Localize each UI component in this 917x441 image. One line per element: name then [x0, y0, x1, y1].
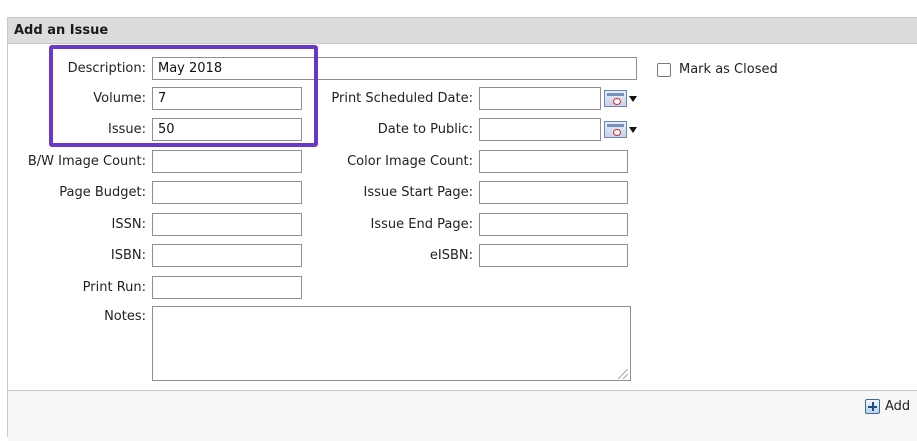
notes-label: Notes: [104, 309, 146, 324]
print-scheduled-date-label: Print Scheduled Date: [331, 91, 473, 106]
date-to-public-label: Date to Public: [377, 122, 473, 137]
eisbn-input[interactable] [479, 244, 628, 267]
calendar-picker-button[interactable] [604, 88, 638, 109]
add-button-label: Add [885, 399, 911, 414]
page-budget-label: Page Budget: [59, 185, 146, 200]
panel-footer [8, 390, 917, 441]
issn-label: ISSN: [111, 217, 146, 232]
notes-textarea[interactable] [152, 306, 631, 381]
mark-closed-checkbox[interactable] [657, 63, 671, 77]
issn-input[interactable] [152, 213, 302, 236]
print-run-label: Print Run: [82, 280, 146, 295]
resize-grip-icon[interactable] [618, 369, 628, 379]
issue-start-page-input[interactable] [479, 181, 628, 204]
isbn-label: ISBN: [110, 248, 146, 263]
eisbn-label: eISBN: [429, 248, 473, 263]
panel-header: Add an Issue [8, 18, 917, 44]
panel-title: Add an Issue [14, 23, 109, 38]
print-scheduled-date-input[interactable] [479, 87, 601, 110]
date-to-public-input[interactable] [479, 118, 601, 141]
add-button[interactable]: Add [865, 399, 910, 414]
bw-image-count-label: B/W Image Count: [27, 154, 146, 169]
issue-start-page-label: Issue Start Page: [363, 185, 474, 200]
color-image-count-label: Color Image Count: [347, 154, 473, 169]
dropdown-arrow-icon [629, 126, 637, 133]
issue-end-page-input[interactable] [479, 213, 628, 236]
print-run-input[interactable] [152, 276, 302, 299]
plus-icon [865, 399, 880, 414]
calendar-icon [604, 121, 627, 138]
page-budget-input[interactable] [152, 181, 302, 204]
mark-closed-label: Mark as Closed [679, 62, 778, 77]
calendar-icon [604, 90, 627, 107]
dropdown-arrow-icon [629, 95, 637, 102]
issue-end-page-label: Issue End Page: [370, 217, 473, 232]
isbn-input[interactable] [152, 244, 302, 267]
color-image-count-input[interactable] [479, 150, 628, 173]
bw-image-count-input[interactable] [152, 150, 302, 173]
calendar-picker-button[interactable] [604, 119, 638, 140]
highlight-box [49, 45, 318, 147]
